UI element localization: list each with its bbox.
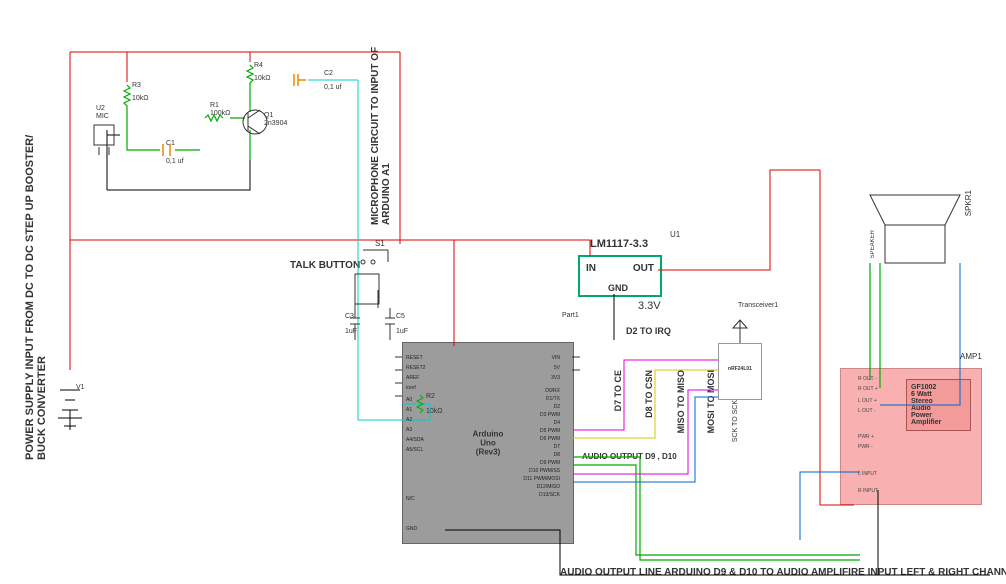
svg-text:R OUT -: R OUT - (858, 376, 877, 382)
svg-text:A2: A2 (406, 417, 412, 423)
svg-text:D10 PWM/SS: D10 PWM/SS (529, 468, 561, 474)
svg-text:GND: GND (406, 526, 418, 532)
svg-text:A1: A1 (406, 407, 412, 413)
schematic-wires: RESET RESET2 AREF ioref A0 A1 A2 A3 A4/SDA A5/… (0, 0, 1006, 584)
svg-text:5V: 5V (554, 365, 561, 371)
svg-text:AREF: AREF (406, 375, 419, 381)
svg-text:VIN: VIN (552, 355, 561, 361)
svg-text:D11 PWM/MOSI: D11 PWM/MOSI (523, 476, 560, 482)
svg-text:R OUT +: R OUT + (858, 386, 878, 392)
svg-text:D9 PWM: D9 PWM (540, 460, 560, 466)
svg-text:D3 PWM: D3 PWM (540, 412, 560, 418)
svg-text:D7: D7 (554, 444, 561, 450)
svg-text:D4: D4 (554, 420, 561, 426)
svg-text:D8: D8 (554, 452, 561, 458)
svg-text:D0/RX: D0/RX (545, 388, 560, 394)
svg-text:A4/SDA: A4/SDA (406, 437, 424, 443)
svg-text:RESET2: RESET2 (406, 365, 426, 371)
svg-text:PWR +: PWR + (858, 434, 874, 440)
svg-text:L OUT -: L OUT - (858, 408, 876, 414)
svg-text:D6 PWM: D6 PWM (540, 436, 560, 442)
svg-text:N/C: N/C (406, 496, 415, 502)
svg-text:ioref: ioref (406, 385, 416, 391)
svg-text:L OUT +: L OUT + (858, 398, 877, 404)
svg-text:D2: D2 (554, 404, 561, 410)
svg-text:A0: A0 (406, 397, 412, 403)
svg-text:A5/SCL: A5/SCL (406, 447, 423, 453)
svg-text:L INPUT: L INPUT (858, 471, 877, 477)
svg-text:D12/MISO: D12/MISO (537, 484, 560, 490)
svg-text:D13/SCK: D13/SCK (539, 492, 561, 498)
svg-text:3V3: 3V3 (551, 375, 560, 381)
svg-text:D1/TX: D1/TX (546, 396, 561, 402)
svg-text:R INPUT: R INPUT (858, 488, 878, 494)
svg-text:D5 PWM: D5 PWM (540, 428, 560, 434)
svg-text:PWR -: PWR - (858, 444, 873, 450)
svg-text:A3: A3 (406, 427, 412, 433)
svg-text:RESET: RESET (406, 355, 423, 361)
